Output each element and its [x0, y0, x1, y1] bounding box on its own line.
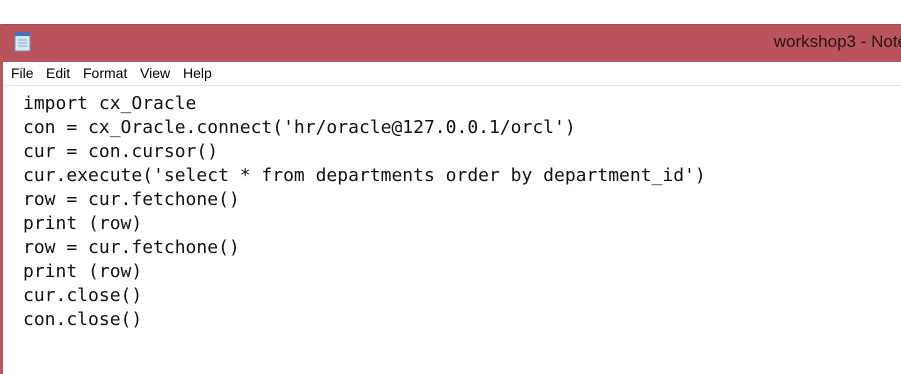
code-line-9[interactable]: cur.close() [23, 284, 142, 308]
window-title: workshop3 - Note [773, 32, 901, 51]
code-line-6[interactable]: print (row) [23, 212, 142, 236]
menu-edit[interactable]: Edit [46, 65, 70, 81]
menu-view[interactable]: View [140, 65, 170, 81]
menu-format[interactable]: Format [83, 65, 127, 81]
code-line-7[interactable]: row = cur.fetchone() [23, 236, 240, 260]
code-line-4[interactable]: cur.execute('select * from departments o… [23, 164, 706, 188]
title-bar[interactable]: workshop3 - Note [3, 24, 901, 62]
menu-file[interactable]: File [11, 65, 34, 81]
menu-help[interactable]: Help [183, 65, 212, 81]
code-line-5[interactable]: row = cur.fetchone() [23, 188, 240, 212]
notepad-window: workshop3 - Note File Edit Format View H… [0, 0, 901, 374]
code-line-8[interactable]: print (row) [23, 260, 142, 284]
code-line-3[interactable]: cur = con.cursor() [23, 140, 218, 164]
menu-bar: File Edit Format View Help [3, 62, 901, 86]
code-line-2[interactable]: con = cx_Oracle.connect('hr/oracle@127.0… [23, 116, 576, 140]
code-line-10[interactable]: con.close() [23, 308, 142, 332]
text-editor[interactable]: import cx_Oracle con = cx_Oracle.connect… [3, 86, 901, 374]
notepad-icon [14, 32, 31, 52]
code-line-1[interactable]: import cx_Oracle [23, 92, 196, 116]
top-strip [0, 0, 901, 5]
